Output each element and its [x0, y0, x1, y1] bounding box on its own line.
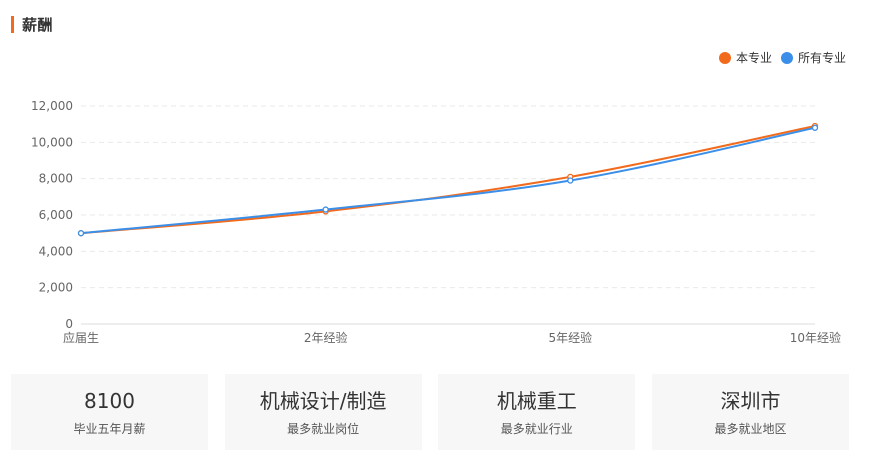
- stat-card-region: 深圳市 最多就业地区: [651, 374, 849, 450]
- stat-label-region: 最多就业地区: [714, 421, 787, 436]
- stats-row: 8100 毕业五年月薪 机械设计/制造 最多就业岗位 机械重工 最多就业行业 深…: [11, 374, 849, 450]
- stat-value-position: 机械设计/制造: [259, 388, 387, 413]
- y-tick-label: 12,000: [31, 99, 73, 113]
- y-tick-label: 10,000: [31, 135, 73, 149]
- x-tick-label: 2年经验: [304, 330, 348, 345]
- y-axis-ticks: 0 2,000 4,000 6,000 8,000 10,000 12,000: [31, 99, 73, 331]
- stat-label-position: 最多就业岗位: [287, 421, 360, 436]
- data-point-all[interactable]: [77, 230, 85, 237]
- stat-card-industry: 机械重工 最多就业行业: [438, 374, 636, 450]
- data-point-all[interactable]: [322, 206, 329, 213]
- y-tick-label: 6,000: [39, 208, 73, 222]
- series-layer: [77, 122, 819, 237]
- data-point-all[interactable]: [811, 124, 819, 131]
- salary-line-chart: 0 2,000 4,000 6,000 8,000 10,000 12,000 应届生 2年经…: [31, 99, 841, 345]
- x-tick-label: 10年经验: [790, 330, 841, 345]
- stat-value-region: 深圳市: [720, 388, 781, 413]
- stat-card-position: 机械设计/制造 最多就业岗位: [224, 374, 422, 450]
- y-tick-label: 4,000: [39, 244, 73, 258]
- stat-card-salary: 8100 毕业五年月薪: [11, 374, 208, 450]
- x-axis-ticks: 应届生 2年经验 5年经验 10年经验: [63, 330, 841, 345]
- stat-value-industry: 机械重工: [496, 388, 577, 413]
- y-tick-label: 0: [65, 317, 73, 331]
- stat-value-salary: 8100: [84, 388, 135, 413]
- grid-layer: [81, 105, 815, 325]
- x-tick-label: 应届生: [63, 330, 99, 345]
- x-tick-label: 5年经验: [549, 330, 593, 345]
- stat-label-salary: 毕业五年月薪: [73, 421, 146, 436]
- data-point-all[interactable]: [567, 177, 574, 184]
- stat-label-industry: 最多就业行业: [500, 421, 573, 436]
- y-tick-label: 2,000: [39, 281, 73, 295]
- salary-section: 薪酬 本专业 所有专业 0 2,000 4,000 6,000 8,000 10,000 1…: [0, 0, 885, 473]
- series-line-all: [80, 126, 816, 235]
- y-tick-label: 8,000: [39, 172, 73, 186]
